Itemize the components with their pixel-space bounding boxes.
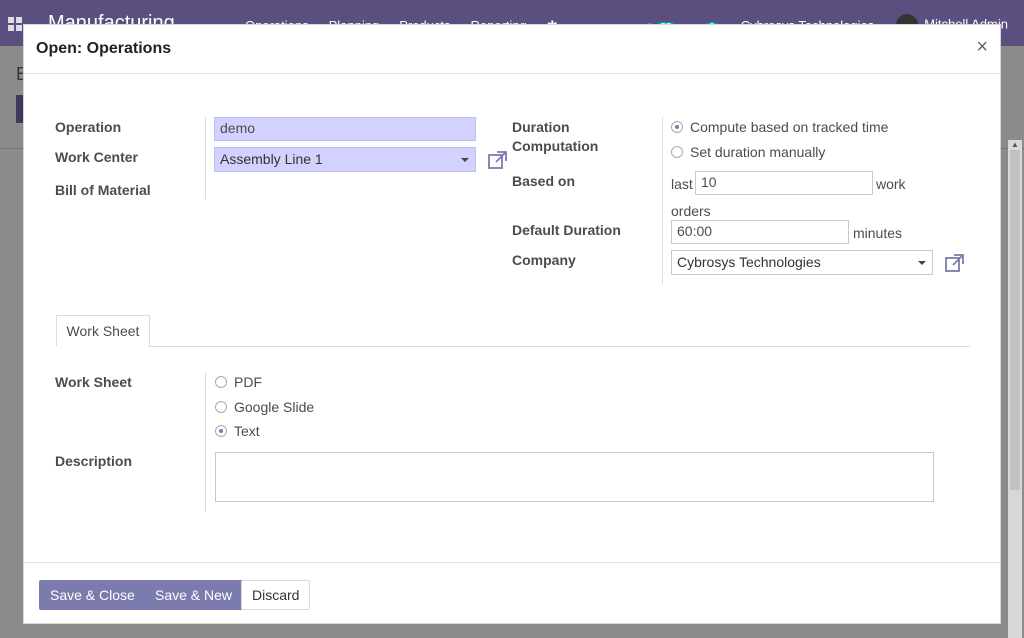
chevron-down-icon bbox=[918, 261, 926, 265]
radio-pdf[interactable]: PDF bbox=[215, 374, 262, 390]
dialog-title: Open: Operations bbox=[36, 40, 172, 57]
scroll-up-icon[interactable]: ▲ bbox=[1011, 140, 1019, 149]
radio-label: Text bbox=[234, 423, 260, 439]
dialog-header: Open: Operations × bbox=[24, 25, 1000, 74]
radio-button[interactable] bbox=[215, 401, 227, 413]
external-link-icon[interactable] bbox=[487, 150, 509, 170]
based-on-prefix: last bbox=[671, 176, 693, 192]
save-new-button[interactable]: Save & New bbox=[144, 580, 244, 610]
company-label: Company bbox=[512, 252, 576, 268]
radio-button[interactable] bbox=[671, 121, 683, 133]
based-on-input[interactable]: 10 bbox=[695, 171, 873, 195]
radio-google-slide[interactable]: Google Slide bbox=[215, 399, 314, 415]
dialog-footer: Save & Close Save & New Discard bbox=[24, 562, 1000, 624]
scrollbar-thumb[interactable] bbox=[1010, 150, 1020, 490]
save-close-button[interactable]: Save & Close bbox=[39, 580, 146, 610]
operation-input[interactable]: demo bbox=[214, 117, 476, 141]
tab-strip bbox=[56, 346, 970, 347]
radio-manual[interactable]: Set duration manually bbox=[671, 144, 825, 160]
default-duration-input[interactable]: 60:00 bbox=[671, 220, 849, 244]
based-on-suffix: work bbox=[876, 176, 906, 192]
based-on-suffix-2: orders bbox=[671, 203, 711, 219]
radio-button[interactable] bbox=[671, 146, 683, 158]
description-label: Description bbox=[55, 453, 133, 469]
company-value: Cybrosys Technologies bbox=[677, 254, 821, 270]
chevron-down-icon bbox=[461, 158, 469, 162]
description-field[interactable] bbox=[215, 452, 934, 502]
radio-button[interactable] bbox=[215, 425, 227, 437]
bom-label: Bill of Material bbox=[55, 182, 151, 198]
radio-button[interactable] bbox=[215, 376, 227, 388]
scrollbar[interactable]: ▲ bbox=[1008, 140, 1022, 638]
tab-work-sheet[interactable]: Work Sheet bbox=[56, 315, 150, 347]
company-select[interactable]: Cybrosys Technologies bbox=[671, 250, 933, 275]
separator bbox=[205, 117, 206, 199]
radio-label: Set duration manually bbox=[690, 144, 826, 160]
radio-compute-tracked[interactable]: Compute based on tracked time bbox=[671, 119, 888, 135]
work-center-value: Assembly Line 1 bbox=[220, 151, 323, 167]
radio-label: Google Slide bbox=[234, 399, 315, 415]
duration-unit: minutes bbox=[853, 225, 903, 241]
operations-dialog: Open: Operations × Operation Work Center… bbox=[23, 24, 1001, 624]
external-link-icon[interactable] bbox=[944, 253, 966, 273]
separator bbox=[205, 372, 206, 512]
discard-button[interactable]: Discard bbox=[241, 580, 311, 610]
operation-label: Operation bbox=[55, 119, 122, 135]
default-duration-label: Default Duration bbox=[512, 222, 621, 238]
work-center-label: Work Center bbox=[55, 149, 138, 165]
radio-label: Compute based on tracked time bbox=[690, 119, 889, 135]
work-center-select[interactable]: Assembly Line 1 bbox=[214, 147, 476, 172]
separator bbox=[662, 117, 663, 284]
close-icon[interactable]: × bbox=[976, 37, 988, 57]
duration-computation-label: Duration Computation bbox=[512, 119, 599, 154]
radio-text[interactable]: Text bbox=[215, 423, 260, 439]
based-on-label: Based on bbox=[512, 173, 576, 189]
radio-label: PDF bbox=[234, 374, 262, 390]
work-sheet-label: Work Sheet bbox=[55, 374, 132, 390]
apps-menu-icon[interactable] bbox=[8, 17, 22, 31]
